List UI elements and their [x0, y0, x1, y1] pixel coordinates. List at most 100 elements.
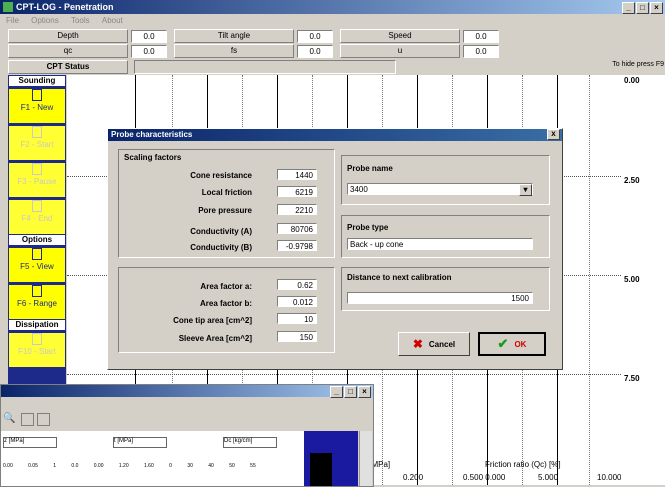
- pause-label: F3 - Pause: [17, 177, 57, 186]
- probe-name-select[interactable]: 3400 ▾: [347, 183, 533, 196]
- scale-tick: 1.20: [118, 463, 129, 469]
- close-button[interactable]: ×: [358, 386, 371, 398]
- pore-pressure-label: Pore pressure: [198, 206, 252, 215]
- speed-label: Speed: [340, 29, 460, 43]
- dialog-close-button[interactable]: x: [547, 129, 560, 140]
- grid-line: [67, 374, 621, 375]
- end-icon: [32, 200, 42, 212]
- dissipation-start-button[interactable]: F10 - Start: [9, 333, 65, 367]
- end-button[interactable]: F4 - End: [9, 200, 65, 234]
- x-tick: 10.000: [597, 473, 622, 482]
- probe-type-input[interactable]: Back - up cone: [347, 238, 533, 250]
- cone-resistance-input[interactable]: 1440: [277, 169, 317, 180]
- start-label: F2 - Start: [20, 140, 54, 149]
- scale-tick: 0.05: [28, 463, 38, 469]
- section-options: Options: [9, 235, 65, 245]
- scaling-factors-label: Scaling factors: [124, 153, 182, 162]
- back-icon[interactable]: [21, 413, 34, 426]
- pause-icon: [32, 163, 42, 175]
- chevron-down-icon[interactable]: ▾: [519, 184, 532, 196]
- speed-value: 0.0: [463, 30, 499, 43]
- scale-tick: 0.0: [71, 463, 79, 469]
- friction-axis-label: Friction ratio (Qc) [%]: [485, 460, 561, 469]
- tilt-label: Tilt angle: [174, 29, 294, 43]
- depth-scale: 0.00 2.50 5.00 7.50: [621, 75, 665, 485]
- scale-tick: 0.00: [3, 463, 13, 469]
- x-tick: 0.200: [403, 473, 424, 482]
- secondary-window-controls: _ □ ×: [330, 386, 371, 398]
- sleeve-area-label: Sleeve Area [cm^2]: [178, 334, 252, 343]
- depth-tick: 7.50: [624, 374, 640, 383]
- conductivity-a-input[interactable]: 80706: [277, 223, 317, 234]
- tilt-value: 0.0: [297, 30, 333, 43]
- probe-characteristics-dialog: Probe characteristics x Scaling factors …: [107, 128, 563, 370]
- zoom-icon[interactable]: 🔍: [3, 413, 15, 424]
- cpt-status-field: [134, 60, 396, 74]
- close-button[interactable]: ×: [650, 2, 663, 14]
- start-button[interactable]: F2 - Start: [9, 126, 65, 160]
- new-button[interactable]: F1 - New: [9, 89, 65, 123]
- local-friction-input[interactable]: 6219: [277, 186, 317, 197]
- probe-type-group: Probe type Back - up cone: [341, 215, 550, 258]
- conductivity-a-label: Conductivity (A): [190, 227, 252, 236]
- calibration-group: Distance to next calibration 1500: [341, 267, 550, 311]
- scale-tick: 30: [187, 463, 193, 469]
- title-bar: CPT-LOG - Penetration: [0, 0, 665, 14]
- legend-item: t [MPa]: [113, 437, 167, 448]
- section-sounding: Sounding: [9, 76, 65, 86]
- view-button[interactable]: F5 - View: [9, 248, 65, 282]
- dialog-titlebar: Probe characteristics x: [108, 129, 562, 141]
- cpt-status-label: CPT Status: [8, 60, 128, 74]
- fs-label: fs: [174, 44, 294, 58]
- cancel-label: Cancel: [428, 339, 456, 349]
- calibration-input[interactable]: 1500: [347, 292, 533, 304]
- forward-icon[interactable]: [37, 413, 50, 426]
- scale-tick: 55: [250, 463, 256, 469]
- area-factors-group: Area factor a: 0.62 Area factor b: 0.012…: [118, 267, 335, 353]
- menu-options[interactable]: Options: [31, 16, 59, 25]
- cone-tip-area-input[interactable]: 10: [277, 313, 317, 324]
- menu-file[interactable]: File: [6, 16, 19, 25]
- conductivity-b-input[interactable]: -0.9798: [277, 240, 317, 251]
- window-controls: _ □ ×: [622, 2, 663, 14]
- probe-icon: [32, 89, 42, 101]
- app-icon: [3, 2, 13, 12]
- pause-button[interactable]: F3 - Pause: [9, 163, 65, 197]
- probe-type-label: Probe type: [347, 223, 389, 232]
- ok-label: OK: [514, 339, 527, 349]
- minimize-button[interactable]: _: [622, 2, 635, 14]
- depth-label: Depth: [8, 29, 128, 43]
- vertical-scrollbar[interactable]: [359, 431, 372, 486]
- u-label: u: [340, 44, 460, 58]
- checkmark-icon: ✔: [497, 336, 509, 351]
- secondary-blue-panel: [304, 431, 358, 486]
- view-label: F5 - View: [20, 262, 54, 271]
- dissipation-icon: [32, 333, 42, 345]
- legend-item: z [MPa]: [3, 437, 57, 448]
- maximize-button[interactable]: □: [344, 386, 357, 398]
- cancel-icon: ✖: [412, 337, 423, 351]
- menu-bar: File Options Tools About: [0, 14, 665, 27]
- black-block: [310, 453, 332, 486]
- depth-tick: 5.00: [624, 275, 640, 284]
- cancel-button[interactable]: ✖ Cancel: [398, 332, 470, 356]
- legend-item: Dc [kg/cm]: [223, 437, 277, 448]
- pore-pressure-input[interactable]: 2210: [277, 204, 317, 215]
- area-factor-a-input[interactable]: 0.62: [277, 279, 317, 290]
- range-button[interactable]: F6 - Range: [9, 285, 65, 319]
- menu-tools[interactable]: Tools: [71, 16, 90, 25]
- depth-tick: 2.50: [624, 176, 640, 185]
- menu-about[interactable]: About: [102, 16, 123, 25]
- scale-tick: 1: [53, 463, 57, 469]
- local-friction-label: Local friction: [201, 188, 252, 197]
- ok-button[interactable]: ✔ OK: [478, 332, 546, 356]
- dissipation-start-label: F10 - Start: [18, 347, 56, 356]
- range-label: F6 - Range: [16, 299, 58, 308]
- secondary-titlebar: [1, 385, 373, 397]
- sleeve-area-input[interactable]: 150: [277, 331, 317, 342]
- maximize-button[interactable]: □: [636, 2, 649, 14]
- minimize-button[interactable]: _: [330, 386, 343, 398]
- scale-tick: 1.60: [144, 463, 154, 469]
- area-factor-b-input[interactable]: 0.012: [277, 296, 317, 307]
- end-label: F4 - End: [21, 214, 53, 223]
